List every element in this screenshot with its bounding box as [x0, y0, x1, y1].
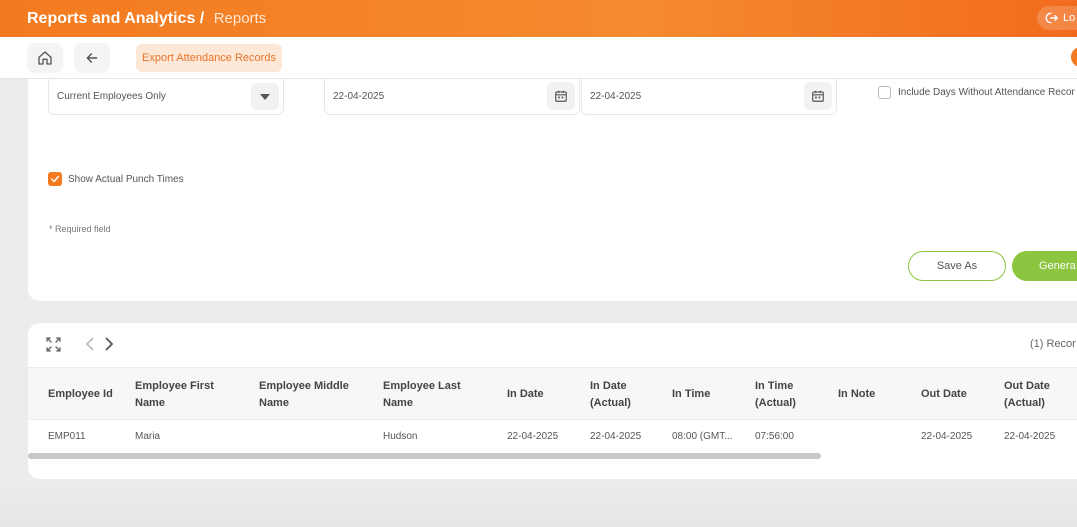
logout-icon	[1045, 12, 1058, 24]
cell-first-name: Maria	[135, 430, 161, 442]
column-header[interactable]: Employee Middle Name	[259, 368, 369, 421]
results-panel: (1) Recor Employee Id Employee First Nam…	[28, 323, 1077, 479]
breadcrumb-current: Reports	[213, 9, 267, 27]
end-date-input[interactable]: 22-04-2025	[581, 79, 837, 115]
logout-button[interactable]: Lo	[1037, 6, 1077, 30]
cell-out-date: 22-04-2025	[921, 430, 973, 442]
app-header: Reports and Analytics / Reports Lo	[0, 0, 1077, 37]
page-title: Reports and Analytics / Reports	[27, 10, 266, 28]
back-button[interactable]	[74, 43, 110, 73]
record-count: (1) Recor	[1030, 338, 1076, 350]
column-header[interactable]: In Date (Actual)	[590, 368, 660, 421]
cell-in-time: 08:00 (GMT...	[672, 430, 733, 442]
toolbar: Export Attendance Records	[0, 37, 1077, 79]
column-header[interactable]: In Time (Actual)	[755, 368, 815, 421]
cell-last-name: Hudson	[383, 430, 418, 442]
column-header[interactable]: Employee Last Name	[383, 368, 483, 421]
include-days-checkbox-box[interactable]	[878, 86, 891, 99]
start-date-input[interactable]: 22-04-2025	[324, 79, 580, 115]
cell-in-time-actual: 07:56:00	[755, 430, 794, 442]
horizontal-scrollbar[interactable]	[28, 453, 821, 459]
end-date-value: 22-04-2025	[590, 91, 642, 102]
expand-icon[interactable]	[45, 336, 62, 358]
export-attendance-button[interactable]: Export Attendance Records	[136, 44, 282, 72]
show-punch-times-checkbox[interactable]: Show Actual Punch Times	[48, 172, 184, 186]
column-header[interactable]: In Date	[507, 368, 577, 421]
chevron-left-icon[interactable]	[85, 337, 95, 356]
checkmark-icon[interactable]	[48, 172, 62, 186]
include-days-checkbox[interactable]: Include Days Without Attendance Recor	[878, 86, 1075, 99]
arrow-left-icon	[86, 53, 98, 63]
cell-in-date: 22-04-2025	[507, 430, 559, 442]
results-toolbar: (1) Recor	[28, 323, 1077, 367]
end-date-picker-button[interactable]	[804, 82, 832, 110]
start-date-picker-button[interactable]	[547, 82, 575, 110]
cell-in-date-actual: 22-04-2025	[590, 430, 642, 442]
home-button[interactable]	[27, 43, 63, 73]
required-field-note: * Required field	[49, 224, 111, 234]
chevron-right-icon[interactable]	[104, 337, 114, 356]
save-as-button[interactable]: Save As	[908, 251, 1006, 281]
report-filter-form: Current Employees Only 22-04-2025 22-04-…	[28, 79, 1077, 301]
start-date-value: 22-04-2025	[333, 91, 385, 102]
breadcrumb-separator: /	[195, 9, 209, 27]
calendar-icon	[812, 90, 824, 102]
generate-button[interactable]: Genera	[1012, 251, 1077, 281]
column-header[interactable]: Out Date (Actual)	[1004, 368, 1074, 421]
table-row[interactable]: EMP011 Maria Hudson 22-04-2025 22-04-202…	[28, 420, 1077, 452]
logout-label: Lo	[1063, 12, 1076, 24]
column-header[interactable]: Employee First Name	[135, 368, 245, 421]
column-header[interactable]: Out Date	[921, 368, 991, 421]
employee-filter-select[interactable]: Current Employees Only	[48, 79, 284, 115]
cell-employee-id: EMP011	[48, 430, 86, 442]
caret-down-icon	[260, 93, 270, 100]
column-header[interactable]: In Note	[838, 368, 908, 421]
dropdown-toggle[interactable]	[251, 83, 279, 110]
grid-header: Employee Id Employee First Name Employee…	[28, 367, 1077, 446]
include-days-label: Include Days Without Attendance Recor	[898, 87, 1075, 98]
page-footer-area	[0, 479, 1077, 527]
column-header[interactable]: In Time	[672, 368, 742, 421]
cell-out-date-actual: 22-04-2025	[1004, 430, 1056, 442]
section-title: Reports and Analytics	[27, 9, 196, 27]
column-header[interactable]: Employee Id	[48, 368, 128, 421]
show-punch-times-label: Show Actual Punch Times	[68, 173, 184, 185]
employee-filter-value: Current Employees Only	[57, 91, 166, 102]
calendar-icon	[555, 90, 567, 102]
home-icon	[38, 51, 52, 65]
